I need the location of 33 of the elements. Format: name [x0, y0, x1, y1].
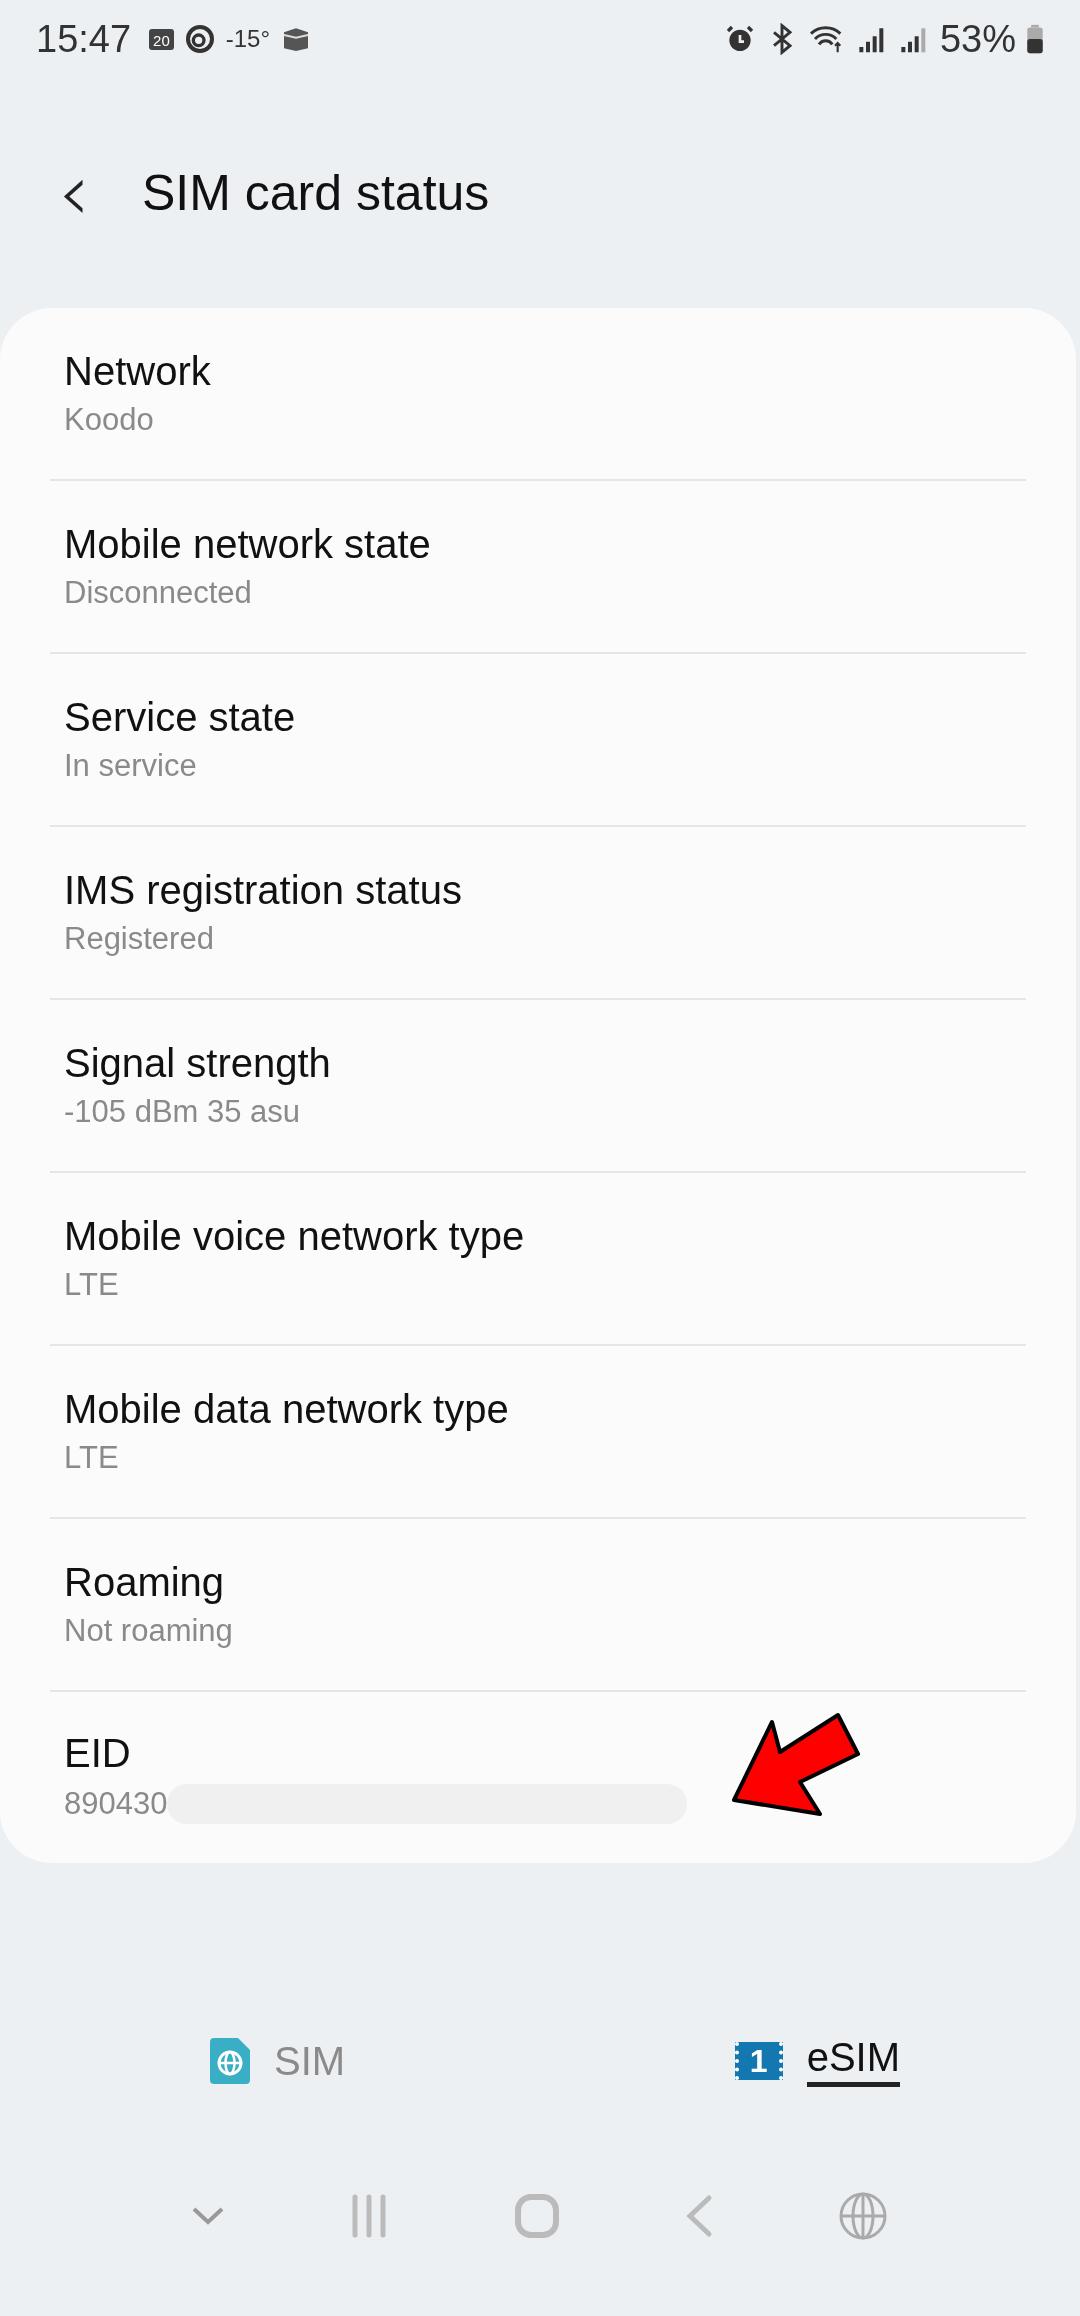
- item-value: Koodo: [64, 402, 154, 438]
- temperature-text: -15°: [225, 25, 271, 53]
- sim-card-icon: [210, 2038, 250, 2084]
- chevron-down-icon[interactable]: [192, 2206, 225, 2226]
- item-value: Not roaming: [64, 1613, 233, 1649]
- item-title: EID: [64, 1731, 132, 1776]
- calendar-icon: 20: [149, 28, 174, 50]
- item-title: Service state: [64, 695, 297, 740]
- item-title: Roaming: [64, 1560, 226, 1605]
- sim-tab[interactable]: 1 eSIM: [734, 2035, 900, 2087]
- item-value: -105 dBm 35 asu: [64, 1094, 301, 1130]
- item-value: Registered: [64, 921, 214, 957]
- item-title: Mobile voice network type: [64, 1214, 526, 1259]
- battery-text: 53%: [939, 17, 1016, 61]
- item-value: 890430: [64, 1786, 168, 1822]
- item-value: In service: [64, 748, 197, 784]
- item-value: Disconnected: [64, 575, 252, 611]
- home-icon[interactable]: [514, 2193, 560, 2239]
- battery-icon: [1026, 23, 1044, 55]
- ring-icon: [183, 23, 216, 55]
- item-title: Mobile data network type: [64, 1387, 510, 1432]
- item-value: LTE: [64, 1267, 119, 1303]
- status-time: 15:47: [36, 17, 132, 61]
- globe-icon[interactable]: [837, 2191, 888, 2241]
- item-title: Mobile network state: [64, 522, 432, 567]
- back-button[interactable]: ‹: [48, 153, 100, 233]
- esim-chip-icon: 1: [734, 2042, 783, 2080]
- back-icon[interactable]: [684, 2194, 713, 2238]
- item-title: Signal strength: [64, 1041, 332, 1086]
- item-value: LTE: [64, 1440, 119, 1476]
- page-title: SIM card status: [142, 164, 490, 222]
- item-title: IMS registration status: [64, 868, 463, 913]
- item-title: Network: [64, 349, 212, 394]
